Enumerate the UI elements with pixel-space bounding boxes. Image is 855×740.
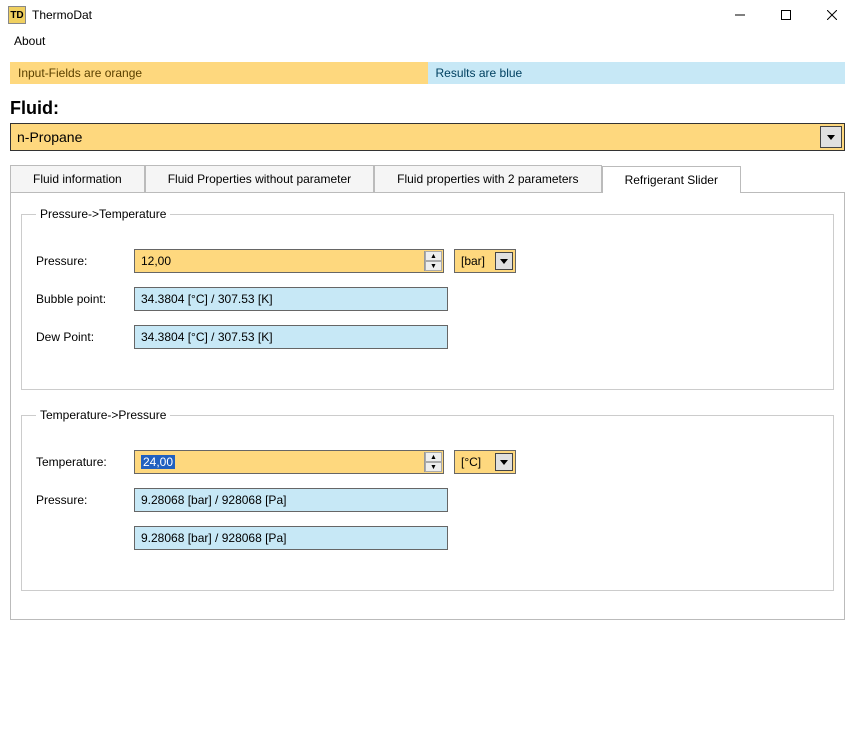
temperature-unit-value: [°C] [461,455,481,469]
tab-panel-refrigerant-slider: Pressure->Temperature Pressure: 12,00 ▲▼… [10,192,845,620]
menu-about[interactable]: About [8,32,51,50]
temperature-unit-select[interactable]: [°C] [454,450,516,474]
temperature-input[interactable]: 24,00 ▲▼ [134,450,444,474]
dew-point-output: 34.3804 [°C] / 307.53 [K] [134,325,448,349]
window-title: ThermoDat [32,8,92,22]
pressure-unit-value: [bar] [461,254,485,268]
tab-bar: Fluid information Fluid Properties witho… [10,165,845,192]
menubar: About [0,30,855,54]
group-pressure-to-temperature: Pressure->Temperature Pressure: 12,00 ▲▼… [21,207,834,390]
pressure-spinner[interactable]: ▲▼ [424,251,442,271]
chevron-down-icon[interactable] [495,453,513,471]
group-title-tp: Temperature->Pressure [36,408,170,422]
legend-input: Input-Fields are orange [10,62,428,84]
bubble-point-output: 34.3804 [°C] / 307.53 [K] [134,287,448,311]
temperature-spinner[interactable]: ▲▼ [424,452,442,472]
legend-strip: Input-Fields are orange Results are blue [10,62,845,84]
chevron-down-icon[interactable] [495,252,513,270]
pressure-output-label: Pressure: [36,493,134,507]
tab-properties-no-param[interactable]: Fluid Properties without parameter [145,165,374,192]
maximize-button[interactable] [763,0,809,30]
window-titlebar: TD ThermoDat [0,0,855,30]
app-icon: TD [8,6,26,24]
pressure-output-2: 9.28068 [bar] / 928068 [Pa] [134,526,448,550]
tab-properties-2-param[interactable]: Fluid properties with 2 parameters [374,165,601,192]
minimize-button[interactable] [717,0,763,30]
dew-point-label: Dew Point: [36,330,134,344]
tab-refrigerant-slider[interactable]: Refrigerant Slider [602,166,741,193]
pressure-output-1: 9.28068 [bar] / 928068 [Pa] [134,488,448,512]
chevron-down-icon[interactable] [820,126,842,148]
group-temperature-to-pressure: Temperature->Pressure Temperature: 24,00… [21,408,834,591]
group-title-pt: Pressure->Temperature [36,207,170,221]
temperature-input-value: 24,00 [141,455,175,469]
tab-fluid-information[interactable]: Fluid information [10,165,145,192]
pressure-input-value: 12,00 [141,254,171,268]
temperature-label: Temperature: [36,455,134,469]
close-button[interactable] [809,0,855,30]
pressure-input[interactable]: 12,00 ▲▼ [134,249,444,273]
pressure-label: Pressure: [36,254,134,268]
bubble-point-label: Bubble point: [36,292,134,306]
fluid-select[interactable]: n-Propane [10,123,845,151]
fluid-label: Fluid: [10,98,845,119]
legend-result: Results are blue [428,62,846,84]
fluid-selected-value: n-Propane [17,129,82,145]
pressure-unit-select[interactable]: [bar] [454,249,516,273]
